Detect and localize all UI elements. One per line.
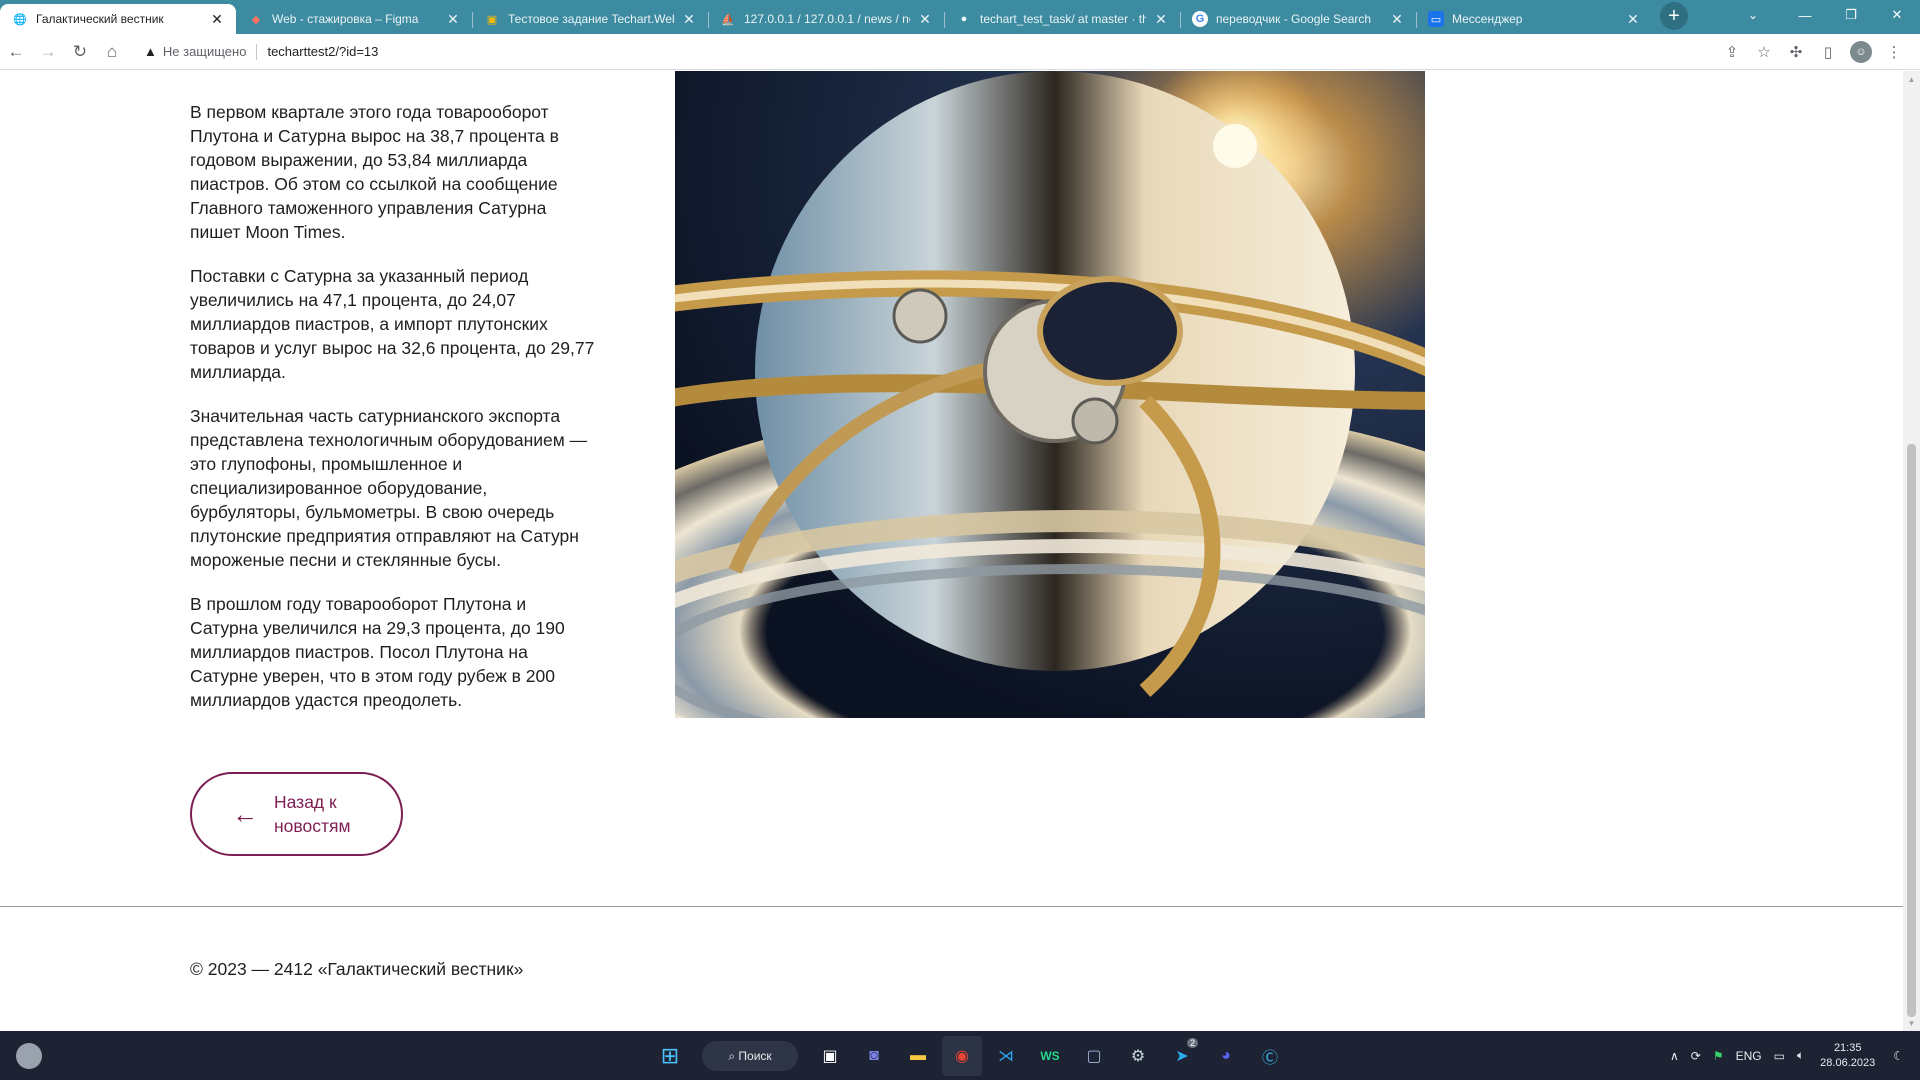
article-body: В первом квартале этого года товарооборо… xyxy=(190,100,598,732)
arrow-left-icon: ← xyxy=(232,799,258,829)
scroll-up-icon[interactable]: ▲ xyxy=(1903,71,1920,87)
close-icon[interactable]: ✕ xyxy=(1624,10,1642,28)
vscode-icon[interactable]: ⋊ xyxy=(986,1036,1026,1076)
scroll-down-icon[interactable]: ▼ xyxy=(1903,1015,1920,1031)
messenger-icon: ▭ xyxy=(1428,11,1444,27)
warning-triangle-icon[interactable]: ▲ xyxy=(144,44,157,59)
minimize-icon[interactable]: — xyxy=(1782,0,1828,30)
tab-strip: 🌐 Галактический вестник ✕ ◆ Web - стажир… xyxy=(0,0,1920,34)
restore-icon[interactable]: ❐ xyxy=(1828,0,1874,30)
github-icon: ● xyxy=(960,13,968,25)
globe-icon: 🌐 xyxy=(13,13,27,26)
toolbar-actions: ⇪ ☆ ✣ ▯ ☺ ⋮ xyxy=(1716,36,1910,68)
phpmyadmin-icon: ⛵ xyxy=(721,13,735,26)
window-controls: — ❐ ✕ xyxy=(1782,0,1920,30)
url-text[interactable]: techarttest2/?id=13 xyxy=(267,44,378,59)
article-paragraph: Поставки с Сатурна за указанный период у… xyxy=(190,266,595,382)
back-to-news-button[interactable]: ← Назад к новостям xyxy=(190,772,403,856)
back-button-label: Назад к новостям xyxy=(274,792,351,836)
page-scrollbar[interactable]: ▲ ▼ xyxy=(1903,71,1920,1031)
saturn-station-illustration xyxy=(675,71,1425,718)
article-paragraph: Значительная часть сатурнианского экспор… xyxy=(190,406,588,570)
tab-galactic-news[interactable]: 🌐 Галактический вестник ✕ xyxy=(0,4,236,34)
scrollbar-thumb[interactable] xyxy=(1907,444,1916,1017)
security-label: Не защищено xyxy=(162,44,247,59)
page-viewport: В первом квартале этого года товарооборо… xyxy=(0,71,1903,1031)
taskbar-apps: ⊞ ⌕ Поиск ▣ ◙ ▬ ◉ ⋊ WS ▢ ⚙ ➤ 2 ◕ Ⓒ xyxy=(648,1036,1292,1076)
article-paragraph: В первом квартале этого года товарооборо… xyxy=(190,102,559,242)
ccleaner-icon[interactable]: Ⓒ xyxy=(1250,1036,1290,1076)
chrome-icon[interactable]: ◉ xyxy=(942,1036,982,1076)
app-window-icon[interactable]: ▢ xyxy=(1074,1036,1114,1076)
tab-title: techart_test_task/ at master · th xyxy=(980,12,1146,26)
sync-icon[interactable]: ⟳ xyxy=(1691,1049,1701,1063)
telegram-icon[interactable]: ➤ 2 xyxy=(1162,1036,1202,1076)
article-paragraph: В прошлом году товарооборот Плутона и Са… xyxy=(190,594,565,710)
os-taskbar: ⊞ ⌕ Поиск ▣ ◙ ▬ ◉ ⋊ WS ▢ ⚙ ➤ 2 ◕ Ⓒ ∧ ⟳ ⚑ … xyxy=(0,1031,1920,1080)
close-icon[interactable]: ✕ xyxy=(208,10,226,28)
tab-google-search[interactable]: G переводчик - Google Search ✕ xyxy=(1180,4,1416,34)
tab-title: 127.0.0.1 / 127.0.0.1 / news / ne xyxy=(744,12,910,26)
tab-title: Мессенджер xyxy=(1452,12,1523,26)
clock-date: 28.06.2023 xyxy=(1820,1056,1876,1069)
tab-figma[interactable]: ◆ Web - стажировка – Figma ✕ xyxy=(236,4,472,34)
system-tray: ∧ ⟳ ⚑ ENG ▭ 🔈︎ 21:35 28.06.2023 ☾ xyxy=(1664,1031,1910,1080)
figma-icon: ◆ xyxy=(251,13,261,26)
tab-github[interactable]: ● techart_test_task/ at master · th ✕ xyxy=(944,4,1180,34)
forward-arrow-icon[interactable]: → xyxy=(32,36,64,68)
file-explorer-icon[interactable]: ▬ xyxy=(898,1036,938,1076)
volume-icon[interactable]: 🔈︎ xyxy=(1797,1048,1804,1063)
close-icon[interactable]: ✕ xyxy=(680,10,698,28)
tab-title: Тестовое задание Techart.Web xyxy=(508,12,674,26)
clock-time: 21:35 xyxy=(1833,1041,1862,1054)
tab-title: Галактический вестник xyxy=(36,12,164,26)
home-icon[interactable]: ⌂ xyxy=(96,36,128,68)
taskbar-search-button[interactable]: ⌕ Поиск xyxy=(702,1041,798,1071)
bookmark-star-icon[interactable]: ☆ xyxy=(1748,36,1780,68)
teams-chat-icon[interactable]: ◙ xyxy=(854,1036,894,1076)
tab-phpmyadmin[interactable]: ⛵ 127.0.0.1 / 127.0.0.1 / news / ne ✕ xyxy=(708,4,944,34)
new-tab-button[interactable]: + xyxy=(1660,2,1688,30)
address-bar[interactable]: ▲ Не защищено techarttest2/?id=13 xyxy=(132,38,1716,66)
article-image xyxy=(675,71,1425,718)
webstorm-icon[interactable]: WS xyxy=(1030,1036,1070,1076)
weather-widget-icon[interactable] xyxy=(16,1043,42,1069)
close-icon[interactable]: ✕ xyxy=(916,10,934,28)
slides-icon: ▣ xyxy=(486,13,498,26)
tab-messenger[interactable]: ▭ Мессенджер ✕ xyxy=(1416,4,1652,34)
close-icon[interactable]: ✕ xyxy=(1388,10,1406,28)
tab-test-task[interactable]: ▣ Тестовое задание Techart.Web ✕ xyxy=(472,4,708,34)
close-icon[interactable]: ✕ xyxy=(1152,10,1170,28)
language-indicator[interactable]: ENG xyxy=(1736,1049,1762,1063)
google-icon: G xyxy=(1192,11,1208,27)
extensions-puzzle-icon[interactable]: ✣ xyxy=(1780,36,1812,68)
steam-icon[interactable]: ⚙ xyxy=(1118,1036,1158,1076)
notifications-moon-icon[interactable]: ☾ xyxy=(1893,1049,1904,1063)
tab-title: Web - стажировка – Figma xyxy=(272,12,419,26)
back-arrow-icon[interactable]: ← xyxy=(0,36,32,68)
menu-kebab-icon[interactable]: ⋮ xyxy=(1878,36,1910,68)
clock[interactable]: 21:35 28.06.2023 xyxy=(1820,1041,1875,1071)
footer-divider xyxy=(0,906,1903,907)
browser-toolbar: ← → ↻ ⌂ ▲ Не защищено techarttest2/?id=1… xyxy=(0,34,1920,70)
network-icon[interactable]: ▭ xyxy=(1774,1049,1785,1063)
taskbar-search-label: Поиск xyxy=(738,1049,772,1063)
window-close-icon[interactable]: ✕ xyxy=(1874,0,1920,30)
share-icon[interactable]: ⇪ xyxy=(1716,36,1748,68)
close-icon[interactable]: ✕ xyxy=(444,10,462,28)
telegram-badge: 2 xyxy=(1186,1038,1198,1048)
tab-search-chevron-icon[interactable]: ⌄ xyxy=(1738,3,1768,27)
flag-icon[interactable]: ⚑ xyxy=(1713,1049,1724,1063)
footer-copyright: © 2023 — 2412 «Галактический вестник» xyxy=(190,959,524,979)
reload-icon[interactable]: ↻ xyxy=(64,36,96,68)
profile-avatar-icon[interactable]: ☺ xyxy=(1850,40,1872,63)
windows-start-icon[interactable]: ⊞ xyxy=(650,1036,690,1076)
tab-title: переводчик - Google Search xyxy=(1216,12,1372,26)
discord-icon[interactable]: ◕ xyxy=(1206,1036,1246,1076)
task-view-icon[interactable]: ▣ xyxy=(810,1036,850,1076)
tray-chevron-icon[interactable]: ∧ xyxy=(1670,1049,1679,1063)
side-panel-icon[interactable]: ▯ xyxy=(1812,36,1844,68)
divider xyxy=(256,43,258,60)
